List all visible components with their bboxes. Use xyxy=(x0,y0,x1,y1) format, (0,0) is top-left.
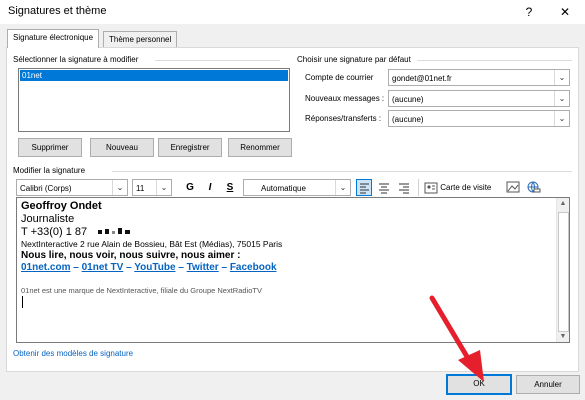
business-card-button[interactable]: Carte de visite xyxy=(424,179,491,196)
chevron-down-icon: ⌄ xyxy=(554,111,569,126)
select-signature-label: Sélectionner la signature à modifier xyxy=(13,55,139,64)
link-separator: – xyxy=(73,262,79,273)
link-separator: – xyxy=(126,262,132,273)
signature-cta: Nous lire, nous voir, nous suivre, nous … xyxy=(21,250,241,261)
account-select[interactable]: gondet@01net.fr ⌄ xyxy=(388,69,570,86)
signature-list[interactable]: 01net xyxy=(18,68,290,132)
text-cursor xyxy=(22,296,23,308)
templates-link-text[interactable]: Obtenir des modèles de signature xyxy=(13,349,133,358)
insert-link-button[interactable] xyxy=(525,179,541,196)
cancel-button[interactable]: Annuler xyxy=(516,375,580,394)
align-left-icon xyxy=(360,183,369,194)
help-icon[interactable]: ? xyxy=(520,3,538,21)
toolbar-divider xyxy=(418,179,419,196)
picture-icon xyxy=(506,181,520,193)
scroll-thumb[interactable] xyxy=(558,212,569,332)
font-value: Calibri (Corps) xyxy=(20,184,72,193)
group-divider xyxy=(417,60,572,61)
scroll-down-icon[interactable]: ▼ xyxy=(557,333,569,340)
hyperlink-icon xyxy=(527,181,541,193)
underline-button[interactable]: S xyxy=(222,179,238,196)
new-messages-label: Nouveaux messages : xyxy=(305,94,385,103)
replies-select[interactable]: (aucune) ⌄ xyxy=(388,110,570,127)
replies-label: Réponses/transferts : xyxy=(305,114,382,123)
business-card-icon xyxy=(424,182,438,194)
chevron-down-icon: ⌄ xyxy=(156,180,171,195)
font-select[interactable]: Calibri (Corps) ⌄ xyxy=(16,179,128,196)
templates-link[interactable]: Obtenir des modèles de signature xyxy=(13,349,133,358)
tab-signature[interactable]: Signature électronique xyxy=(7,29,100,48)
signature-links: 01net.com – 01net TV – YouTube – Twitter… xyxy=(21,262,277,273)
rename-button[interactable]: Renommer xyxy=(228,138,292,157)
font-size-select[interactable]: 11 ⌄ xyxy=(132,179,172,196)
default-signature-label: Choisir une signature par défaut xyxy=(297,55,411,64)
editor-scrollbar[interactable]: ▲ ▼ xyxy=(556,198,569,342)
redacted-digits xyxy=(98,226,138,238)
align-right-icon xyxy=(399,183,409,194)
color-value: Automatique xyxy=(261,184,306,193)
link-separator: – xyxy=(221,262,228,273)
link-youtube[interactable]: YouTube xyxy=(134,262,175,273)
business-card-label: Carte de visite xyxy=(440,183,492,192)
red-arrow-annotation xyxy=(429,295,484,382)
signature-role: Journaliste xyxy=(21,213,75,225)
signature-footer: 01net est une marque de NextInteractive,… xyxy=(21,286,262,295)
signature-name: Geoffroy Ondet xyxy=(21,200,102,212)
tab-theme[interactable]: Thème personnel xyxy=(103,31,178,48)
group-divider xyxy=(155,60,280,61)
link-separator: – xyxy=(178,262,184,273)
title-bar: Signatures et thème ? ✕ xyxy=(0,0,585,24)
align-right-button[interactable] xyxy=(396,179,412,196)
group-divider xyxy=(112,171,572,172)
align-center-icon xyxy=(379,183,389,194)
link-facebook[interactable]: Facebook xyxy=(230,262,277,273)
align-center-button[interactable] xyxy=(376,179,392,196)
account-label: Compte de courrier xyxy=(305,73,374,82)
chevron-down-icon: ⌄ xyxy=(335,180,350,195)
font-size-value: 11 xyxy=(136,184,145,193)
scroll-up-icon[interactable]: ▲ xyxy=(557,200,569,207)
signature-address: NextInteractive 2 rue Alain de Bossieu, … xyxy=(21,239,283,249)
new-button[interactable]: Nouveau xyxy=(90,138,154,157)
list-item[interactable]: 01net xyxy=(20,70,288,81)
link-01net-tv[interactable]: 01net TV xyxy=(82,262,124,273)
align-left-button[interactable] xyxy=(356,179,372,196)
insert-picture-button[interactable] xyxy=(505,179,521,196)
signature-phone-text: T +33(0) 1 87 xyxy=(21,226,88,238)
chevron-down-icon: ⌄ xyxy=(112,180,127,195)
delete-button[interactable]: Supprimer xyxy=(18,138,82,157)
italic-button[interactable]: I xyxy=(202,179,218,196)
chevron-down-icon: ⌄ xyxy=(554,70,569,85)
new-messages-select[interactable]: (aucune) ⌄ xyxy=(388,90,570,107)
new-messages-value: (aucune) xyxy=(392,95,424,104)
save-button[interactable]: Enregistrer xyxy=(158,138,222,157)
link-twitter[interactable]: Twitter xyxy=(187,262,219,273)
bold-button[interactable]: G xyxy=(182,179,198,196)
chevron-down-icon: ⌄ xyxy=(554,91,569,106)
account-value: gondet@01net.fr xyxy=(392,74,452,83)
window-title: Signatures et thème xyxy=(8,5,107,17)
signature-phone: T +33(0) 1 87 xyxy=(21,226,138,238)
close-icon[interactable]: ✕ xyxy=(556,3,574,21)
link-01net[interactable]: 01net.com xyxy=(21,262,70,273)
replies-value: (aucune) xyxy=(392,115,424,124)
edit-signature-label: Modifier la signature xyxy=(13,166,86,175)
color-select[interactable]: Automatique ⌄ xyxy=(243,179,351,196)
